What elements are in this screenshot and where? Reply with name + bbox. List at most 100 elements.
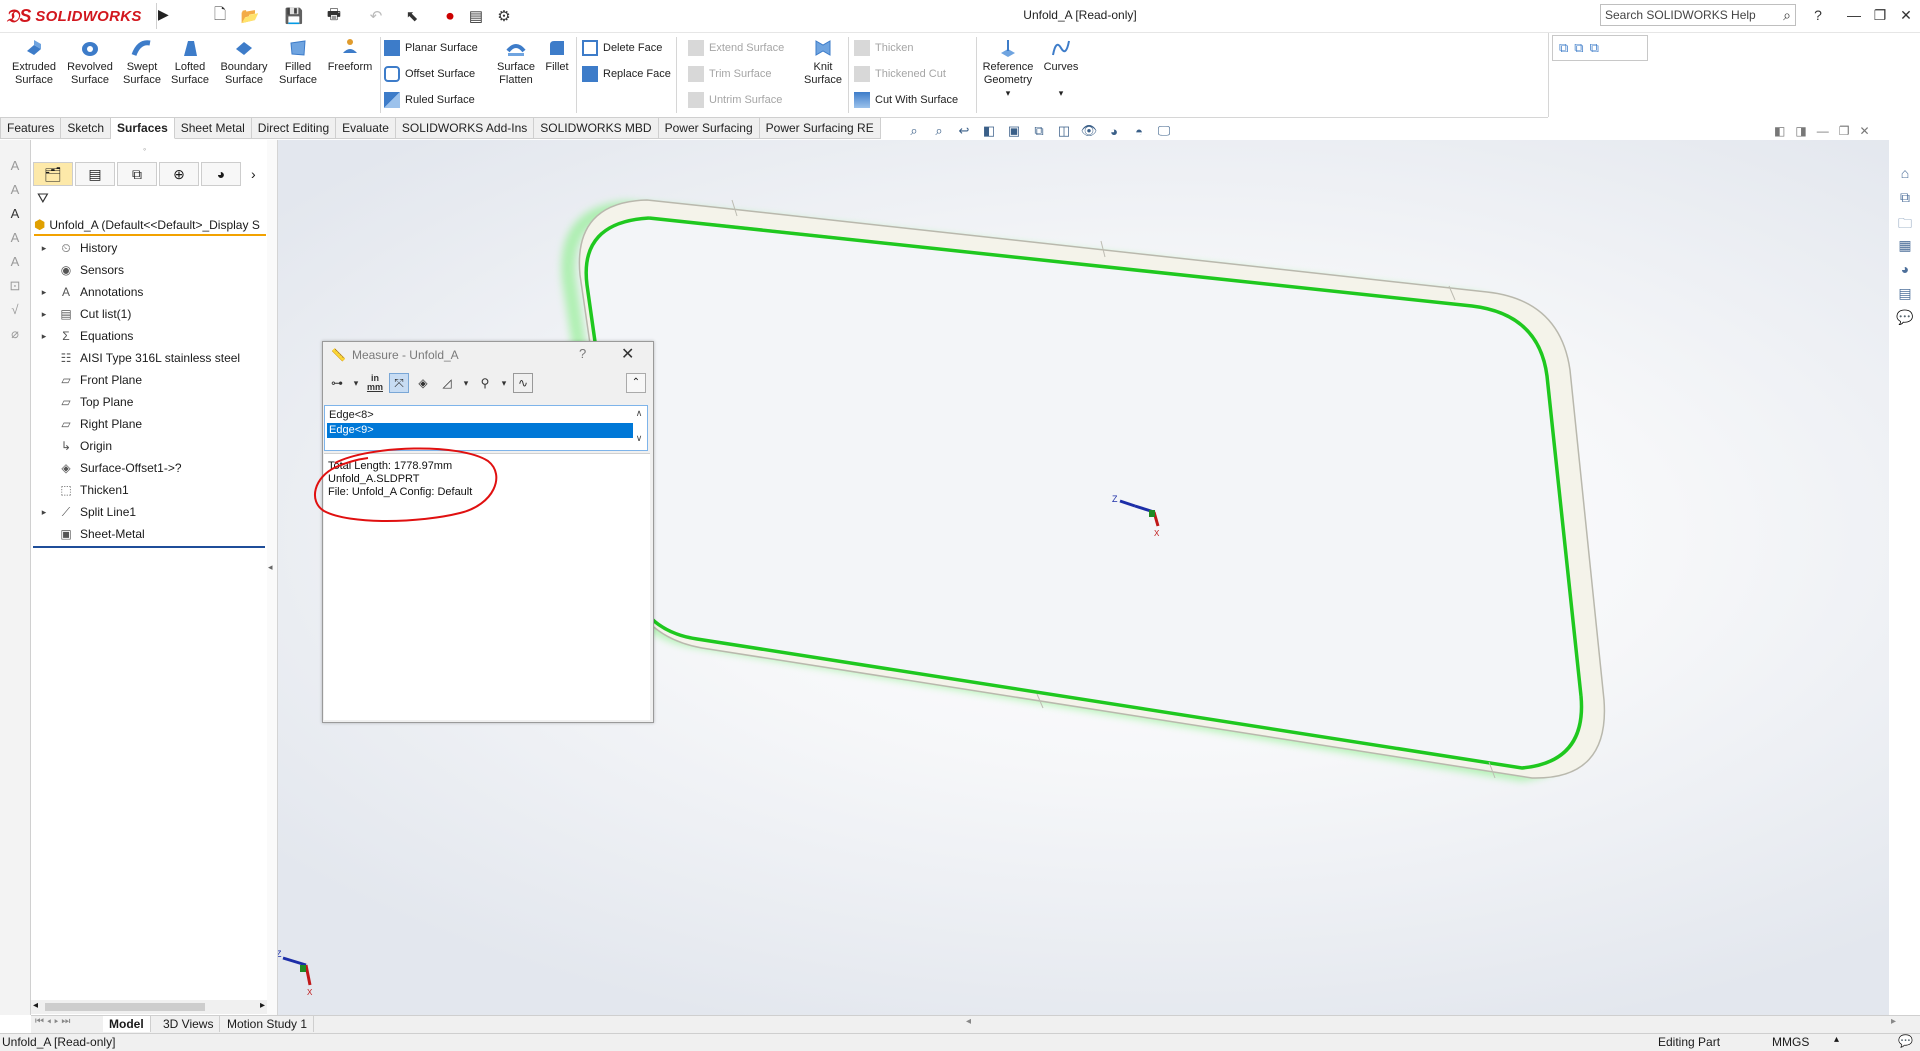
reference-geometry-button[interactable]: Reference Geometry ▾ xyxy=(980,37,1036,100)
tab-solidworks-mbd[interactable]: SOLIDWORKS MBD xyxy=(534,117,659,139)
menu-expand-icon[interactable]: ▶ xyxy=(158,6,172,26)
help-icon[interactable]: ? xyxy=(1806,4,1830,26)
display-style-icon[interactable]: ◫ xyxy=(1055,122,1073,140)
tree-item-history[interactable]: ▸ ⏲ History xyxy=(31,238,265,258)
measurement-history-icon[interactable]: ⚲ xyxy=(475,373,495,393)
tile-right-icon[interactable]: ◨ xyxy=(1795,124,1806,138)
tree-item-sensors[interactable]: ◉ Sensors xyxy=(31,260,265,280)
edit-appearance-icon[interactable]: ◕ xyxy=(1105,122,1123,140)
dimxpert-manager-icon[interactable]: ⊕ xyxy=(159,162,199,186)
forum-icon[interactable]: 💬 xyxy=(1895,309,1915,329)
scroll-right-icon[interactable]: ▸ xyxy=(1891,1016,1896,1027)
chevron-right-icon[interactable]: › xyxy=(251,166,256,182)
status-units[interactable]: MMGS xyxy=(1772,1035,1809,1049)
view-orientation-triad[interactable]: Z X xyxy=(273,945,323,995)
tab-motion-study-1[interactable]: Motion Study 1 xyxy=(221,1016,315,1032)
print-icon[interactable]: 🖶 xyxy=(320,5,348,27)
undo-icon[interactable]: ↶ xyxy=(362,5,390,27)
boundary-surface-button[interactable]: Boundary Surface xyxy=(216,37,272,87)
surface-flatten-button[interactable]: Surface Flatten xyxy=(492,37,540,87)
appearance-palette-icon[interactable]: ⧉ xyxy=(1574,40,1583,56)
swept-surface-button[interactable]: Swept Surface xyxy=(120,37,164,87)
offset-surface-button[interactable]: Offset Surface xyxy=(384,63,475,85)
fillet-button[interactable]: Fillet xyxy=(540,37,574,74)
dropdown-arrow-icon[interactable]: ▾ xyxy=(461,373,471,393)
new-document-icon[interactable]: 🗋 xyxy=(206,5,234,27)
appearances-icon[interactable]: ◕ xyxy=(1895,261,1915,281)
tab-power-surfacing-re[interactable]: Power Surfacing RE xyxy=(759,117,881,139)
replace-face-button[interactable]: Replace Face xyxy=(582,63,671,85)
filter-icon[interactable]: ⛛ xyxy=(37,190,49,207)
point-to-point-icon[interactable]: ◈ xyxy=(413,373,433,393)
geometric-tolerance-icon[interactable]: ⊡ xyxy=(5,278,25,296)
tab-3d-views[interactable]: 3D Views xyxy=(157,1016,221,1032)
tab-direct-editing[interactable]: Direct Editing xyxy=(251,117,337,139)
scroll-left-icon[interactable]: ◂ xyxy=(33,1000,38,1011)
selection-scrollbar[interactable]: ∧ ∨ xyxy=(631,406,647,450)
tab-power-surfacing[interactable]: Power Surfacing xyxy=(658,117,760,139)
arc-circle-measurements-icon[interactable]: ⊶ xyxy=(327,373,347,393)
file-explorer-icon[interactable]: 🗀 xyxy=(1895,213,1915,233)
show-xyz-measurements-icon[interactable]: ⤧ xyxy=(389,373,409,393)
rollback-bar[interactable] xyxy=(33,546,265,548)
zoom-to-area-icon[interactable]: ⌕ xyxy=(930,122,948,140)
freeform-button[interactable]: Freeform xyxy=(324,37,376,74)
thicken-button[interactable]: Thicken xyxy=(854,37,914,59)
options-gear-icon[interactable]: ⚙ xyxy=(490,5,518,27)
close-icon[interactable]: ✕ xyxy=(621,344,634,364)
annotation-icon[interactable]: A xyxy=(5,158,25,176)
help-search-input[interactable]: Search SOLIDWORKS Help ⌕ xyxy=(1600,4,1796,26)
tree-item-front-plane[interactable]: ▱ Front Plane xyxy=(31,370,265,390)
view-settings-icon[interactable]: 🖵 xyxy=(1155,122,1173,140)
expand-arrow-icon[interactable]: ▸ xyxy=(37,507,51,518)
help-button[interactable]: ? xyxy=(579,346,586,361)
tab-model[interactable]: Model xyxy=(103,1016,151,1032)
tree-item-origin[interactable]: ↳ Origin xyxy=(31,436,265,456)
cut-with-surface-button[interactable]: Cut With Surface xyxy=(854,89,958,111)
tab-solidworks-add-ins[interactable]: SOLIDWORKS Add-Ins xyxy=(395,117,535,139)
selection-item-selected[interactable]: Edge<9> xyxy=(327,423,633,438)
thickened-cut-button[interactable]: Thickened Cut xyxy=(854,63,946,85)
zoom-to-fit-icon[interactable]: ⌕ xyxy=(905,122,923,140)
selection-item[interactable]: Edge<8> xyxy=(327,408,633,423)
viewport-minimize-icon[interactable]: — xyxy=(1817,124,1829,138)
tab-surfaces[interactable]: Surfaces xyxy=(111,117,175,139)
panel-grip-icon[interactable]: ◦ xyxy=(143,144,146,154)
display-manager-icon[interactable]: ◕ xyxy=(201,162,241,186)
dropdown-arrow-icon[interactable]: ▾ xyxy=(980,87,1036,100)
close-icon[interactable]: ✕ xyxy=(1894,4,1918,26)
dynamic-annotation-icon[interactable]: ▣ xyxy=(1005,122,1023,140)
scroll-thumb[interactable] xyxy=(45,1003,205,1011)
curves-button[interactable]: Curves ▾ xyxy=(1040,37,1082,100)
horizontal-scrollbar[interactable]: ◂ ▸ xyxy=(31,1000,267,1014)
scroll-left-icon[interactable]: ◂ xyxy=(966,1016,971,1027)
units-dropdown-icon[interactable]: ▴ xyxy=(1834,1034,1839,1045)
tile-left-icon[interactable]: ◧ xyxy=(1774,124,1785,138)
dropdown-arrow-icon[interactable]: ▾ xyxy=(499,373,509,393)
scroll-up-icon[interactable]: ∧ xyxy=(631,408,647,419)
expand-arrow-icon[interactable]: ▸ xyxy=(37,309,51,320)
minimize-icon[interactable]: — xyxy=(1842,4,1866,26)
feature-manager-tree-icon[interactable]: 🗂 xyxy=(33,162,73,186)
tree-item-right-plane[interactable]: ▱ Right Plane xyxy=(31,414,265,434)
weld-symbol-icon[interactable]: A xyxy=(5,230,25,248)
tree-item-annotations[interactable]: ▸ A Annotations xyxy=(31,282,265,302)
dropdown-arrow-icon[interactable]: ▾ xyxy=(351,373,361,393)
knit-surface-button[interactable]: Knit Surface xyxy=(800,37,846,87)
apply-scene-icon[interactable]: ◓ xyxy=(1130,122,1148,140)
hide-show-items-icon[interactable]: 👁 xyxy=(1080,122,1098,140)
configuration-manager-icon[interactable]: ⧉ xyxy=(117,162,157,186)
view-palette-icon[interactable]: ▦ xyxy=(1895,237,1915,257)
tab-evaluate[interactable]: Evaluate xyxy=(336,117,396,139)
dropdown-arrow-icon[interactable]: ▾ xyxy=(1040,87,1082,100)
file-properties-icon[interactable]: ▤ xyxy=(462,5,490,27)
tree-item-equations[interactable]: ▸ Σ Equations xyxy=(31,326,265,346)
property-manager-icon[interactable]: ▤ xyxy=(75,162,115,186)
help-bubble-icon[interactable]: 💬 xyxy=(1898,1034,1913,1048)
balloon-icon[interactable]: A xyxy=(5,182,25,200)
delete-face-button[interactable]: Delete Face xyxy=(582,37,662,59)
select-pointer-icon[interactable]: ⬉ xyxy=(398,5,426,27)
view-orientation-icon[interactable]: ⧉ xyxy=(1030,122,1048,140)
trim-surface-button[interactable]: Trim Surface xyxy=(688,63,772,85)
view-palette-icon[interactable]: ⧉ xyxy=(1559,40,1568,56)
